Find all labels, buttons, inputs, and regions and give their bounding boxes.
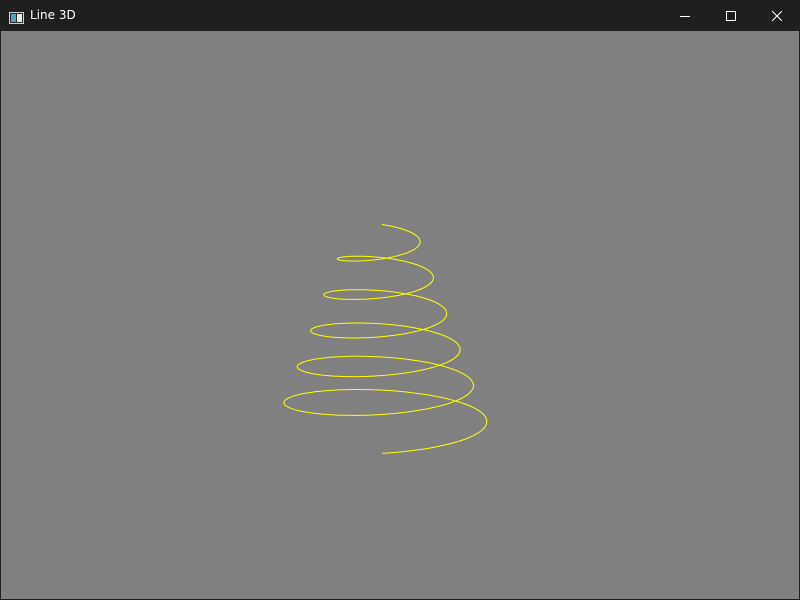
helix-line [283,224,488,454]
minimize-button[interactable] [662,0,708,31]
maximize-icon [726,10,736,21]
title-bar[interactable]: Line 3D [0,0,800,31]
close-icon [772,10,782,21]
app-window-icon [9,9,24,24]
caption-buttons [662,0,800,31]
maximize-button[interactable] [708,0,754,31]
render-viewport[interactable] [1,31,799,599]
scene-canvas [283,224,488,454]
window-title: Line 3D [30,8,76,22]
close-button[interactable] [754,0,800,31]
minimize-icon [680,15,690,17]
app-window: Line 3D [0,0,800,600]
